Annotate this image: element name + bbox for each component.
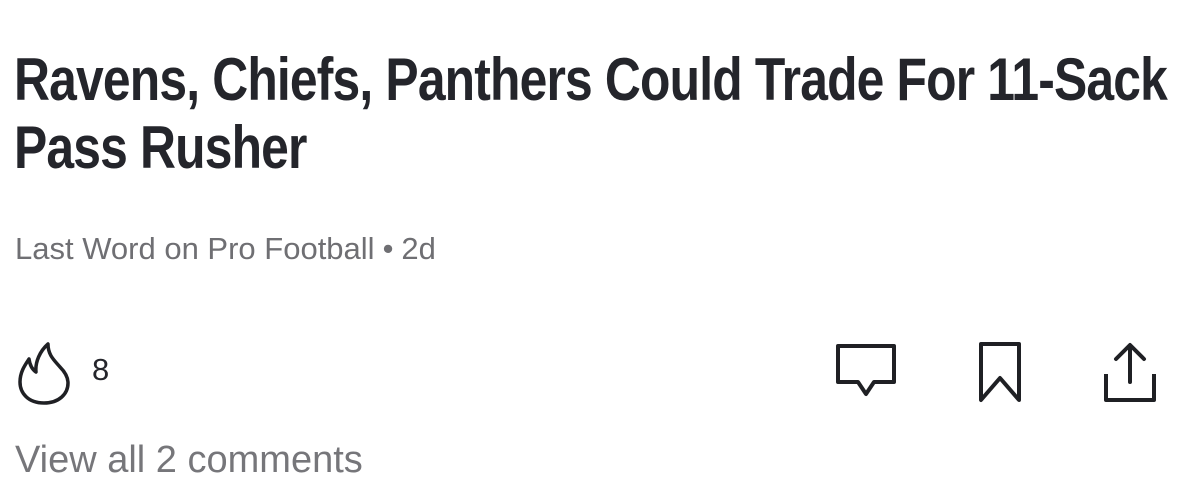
action-bar: 8 [0,330,1194,410]
comment-icon [834,340,898,404]
share-icon [1098,340,1162,404]
bookmark-button[interactable] [968,340,1032,404]
article-headline[interactable]: Ravens, Chiefs, Panthers Could Trade For… [14,46,1176,182]
share-button[interactable] [1098,340,1162,404]
fire-reaction-count: 8 [92,352,110,387]
article-meta: Last Word on Pro Football • 2d [15,229,436,269]
bookmark-icon [968,340,1032,404]
view-all-comments-link[interactable]: View all 2 comments [15,436,363,484]
meta-separator: • [382,231,394,266]
fire-reaction-button[interactable] [14,340,74,406]
article-age: 2d [401,231,436,266]
article-source[interactable]: Last Word on Pro Football [15,231,375,266]
fire-icon [14,340,74,406]
comment-button[interactable] [834,340,898,404]
